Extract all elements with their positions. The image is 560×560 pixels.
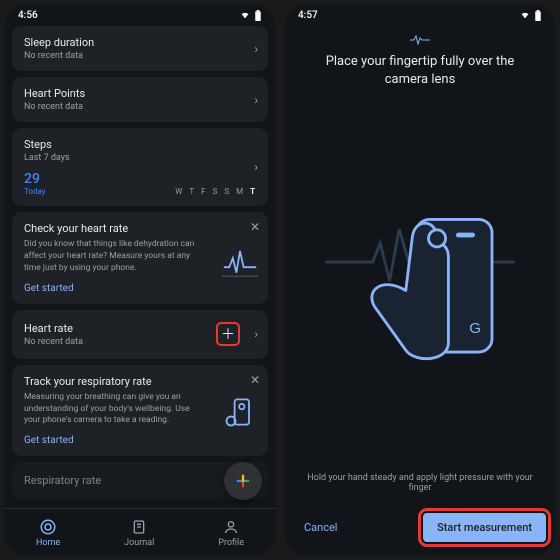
status-icons bbox=[239, 10, 262, 21]
respiratory-illustration bbox=[222, 394, 258, 430]
chevron-right-icon: › bbox=[254, 93, 258, 107]
add-heart-rate-button[interactable]: ＋ bbox=[218, 324, 238, 344]
steps-value: 29 bbox=[24, 171, 46, 187]
pulse-icon bbox=[410, 34, 430, 49]
chevron-right-icon: › bbox=[254, 327, 258, 341]
plus-icon bbox=[234, 472, 252, 490]
sleep-title: Sleep duration bbox=[24, 36, 256, 49]
promo2-get-started[interactable]: Get started bbox=[24, 435, 256, 446]
status-bar: 4:56 bbox=[4, 4, 276, 26]
steps-card[interactable]: Steps Last 7 days › 29 Today W T F S S M… bbox=[12, 128, 268, 206]
battery-icon bbox=[534, 10, 542, 21]
promo1-get-started[interactable]: Get started bbox=[24, 283, 256, 294]
steps-sub: Last 7 days bbox=[24, 153, 256, 163]
heart-points-title: Heart Points bbox=[24, 87, 256, 100]
promo-respiratory[interactable]: ✕ Track your respiratory rate Measuring … bbox=[12, 365, 268, 457]
heart-rate-illustration bbox=[222, 242, 258, 278]
profile-icon bbox=[222, 518, 240, 536]
promo2-title: Track your respiratory rate bbox=[24, 375, 256, 388]
heart-rate-sub: No recent data bbox=[24, 337, 83, 347]
measurement-actions: Cancel Start measurement bbox=[284, 513, 556, 556]
clock: 4:56 bbox=[18, 10, 38, 21]
steps-title: Steps bbox=[24, 138, 256, 151]
fingertip-illustration: G bbox=[300, 109, 540, 453]
start-measurement-button[interactable]: Start measurement bbox=[423, 513, 546, 542]
close-icon[interactable]: ✕ bbox=[250, 220, 260, 234]
journal-icon bbox=[130, 518, 148, 536]
promo-heart-rate[interactable]: ✕ Check your heart rate Did you know tha… bbox=[12, 212, 268, 304]
respiratory-title: Respiratory rate bbox=[24, 474, 101, 487]
measurement-hint: Hold your hand steady and apply light pr… bbox=[300, 473, 540, 493]
nav-home[interactable]: Home bbox=[36, 518, 60, 548]
heart-rate-title: Heart rate bbox=[24, 322, 83, 335]
nav-journal[interactable]: Journal bbox=[124, 518, 154, 548]
measurement-view: Place your fingertip fully over the came… bbox=[284, 26, 556, 513]
chevron-right-icon: › bbox=[254, 42, 258, 56]
nav-profile[interactable]: Profile bbox=[218, 518, 244, 548]
bottom-nav: Home Journal Profile bbox=[4, 508, 276, 556]
close-icon[interactable]: ✕ bbox=[250, 373, 260, 387]
status-bar: 4:57 bbox=[284, 4, 556, 26]
clock: 4:57 bbox=[298, 10, 318, 21]
home-scroll[interactable]: Sleep duration No recent data › Heart Po… bbox=[4, 26, 276, 508]
phone-left-home: 4:56 Sleep duration No recent data › Hea… bbox=[4, 4, 276, 556]
target-icon bbox=[39, 518, 57, 536]
wifi-icon bbox=[239, 10, 251, 20]
fab-add[interactable] bbox=[224, 462, 262, 500]
days-row: W T F S S M T bbox=[175, 187, 256, 196]
wifi-icon bbox=[519, 10, 531, 20]
chevron-right-icon: › bbox=[254, 160, 258, 174]
svg-text:G: G bbox=[469, 320, 481, 337]
steps-chart: 29 Today W T F S S M T bbox=[24, 171, 256, 196]
battery-icon bbox=[254, 10, 262, 21]
sleep-sub: No recent data bbox=[24, 51, 256, 61]
promo1-title: Check your heart rate bbox=[24, 222, 256, 235]
steps-value-label: Today bbox=[24, 187, 46, 196]
heart-points-card[interactable]: Heart Points No recent data › bbox=[12, 77, 268, 122]
measurement-title: Place your fingertip fully over the came… bbox=[300, 53, 540, 89]
phone-right-measure: 4:57 Place your fingertip fully over the… bbox=[284, 4, 556, 556]
status-icons bbox=[519, 10, 542, 21]
heart-rate-row[interactable]: Heart rate No recent data ＋ › bbox=[12, 310, 268, 359]
sleep-card[interactable]: Sleep duration No recent data › bbox=[12, 26, 268, 71]
cancel-button[interactable]: Cancel bbox=[294, 513, 347, 542]
heart-points-sub: No recent data bbox=[24, 102, 256, 112]
